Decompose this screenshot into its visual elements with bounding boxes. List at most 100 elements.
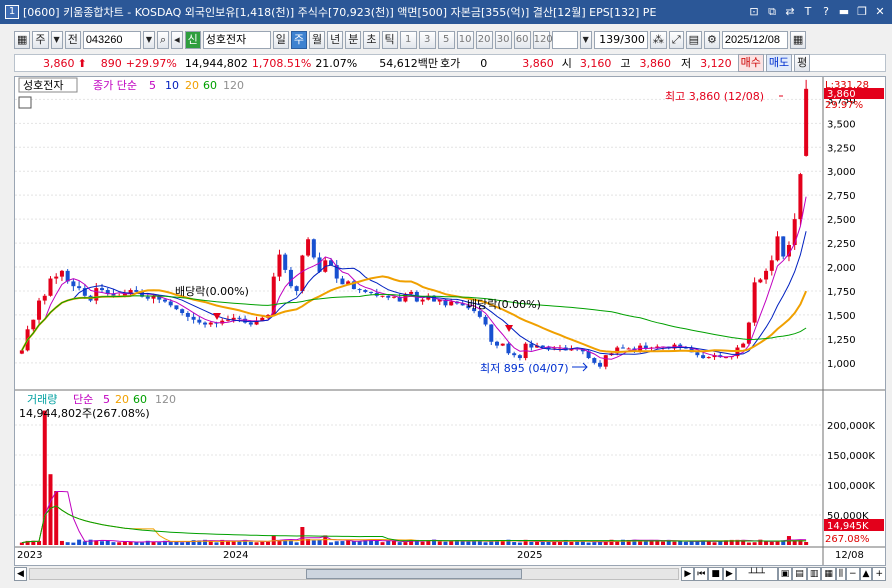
sell-button[interactable]: 매도 <box>765 54 793 72</box>
play-icon[interactable]: ▶ <box>722 567 736 581</box>
minimize-icon[interactable]: ▬ <box>836 4 852 20</box>
candle-body <box>208 322 213 325</box>
current-price-tag: 3,860 <box>827 89 856 100</box>
price-tick: 3,250 <box>827 143 856 154</box>
custom-number-field[interactable] <box>551 31 578 49</box>
stock-code-input[interactable] <box>82 31 141 49</box>
first-icon[interactable]: ⏮ <box>694 567 709 581</box>
num-10[interactable]: 10 <box>456 31 474 49</box>
count-field[interactable]: 139/300 <box>593 31 648 49</box>
num-5[interactable]: 5 <box>437 31 455 49</box>
candle-body <box>363 290 368 292</box>
grid-tools-icon[interactable]: ⁂ <box>649 31 667 49</box>
moving-averages <box>21 196 808 360</box>
period-day[interactable]: 일 <box>272 31 289 49</box>
open-label: 시 <box>561 57 572 70</box>
volume-bar <box>294 542 299 545</box>
share-icon[interactable]: ⧉ <box>764 4 780 20</box>
view2-icon[interactable]: ▤ <box>792 567 807 581</box>
close-icon[interactable]: ✕ <box>872 4 888 20</box>
volume-bar <box>111 542 116 545</box>
zoom-out-icon[interactable]: − <box>845 567 860 581</box>
dropdown-icon[interactable]: ▼ <box>50 31 63 49</box>
volume-bar <box>54 491 59 545</box>
candle-body <box>31 319 36 330</box>
interval-tick[interactable]: 틱 <box>381 31 398 49</box>
period-week[interactable]: 주 <box>290 31 308 49</box>
volume-ma-label: 단순 <box>73 393 93 406</box>
calendar-icon[interactable]: ▦ <box>789 31 807 49</box>
dividend-annotation-2: 배당락(0.00%) <box>467 298 541 311</box>
zoom-slider[interactable]: ┴┴┴ <box>735 567 778 581</box>
candle-body <box>19 350 24 354</box>
volume-bar <box>128 541 133 545</box>
table-toggle-icon[interactable] <box>18 96 32 109</box>
hoga-label: 호가 <box>440 57 461 70</box>
layout-icon[interactable]: ▦ <box>14 31 31 49</box>
num-3[interactable]: 3 <box>418 31 436 49</box>
up-arrow-icon: ⬆ <box>77 56 87 70</box>
period-year[interactable]: 년 <box>327 31 344 49</box>
drawing-tools-icon[interactable]: ⤢ <box>668 31 684 49</box>
gear-icon[interactable]: ⚙ <box>704 31 720 49</box>
volume-bar <box>328 542 333 545</box>
period-month[interactable]: 월 <box>309 31 326 49</box>
eval-button[interactable]: 평 <box>794 54 811 72</box>
scroll-right-icon[interactable]: ▶ <box>681 567 695 581</box>
zoom-in-icon[interactable]: + <box>872 567 886 581</box>
sin-badge[interactable]: 신 <box>184 31 201 49</box>
volume-tick: 100,000K <box>827 481 875 492</box>
help-icon[interactable]: ? <box>818 4 834 20</box>
date-input[interactable] <box>721 31 788 49</box>
num-60[interactable]: 60 <box>513 31 531 49</box>
volume-bar <box>592 542 597 545</box>
scroll-track[interactable] <box>28 568 680 580</box>
num-30[interactable]: 30 <box>494 31 512 49</box>
scroll-bar[interactable]: ◀ ▶ ⏮ ■ ▶ ┴┴┴ ▣ ▤ ▥ ▦ ⫼ − ▲ + <box>14 566 886 582</box>
low-label: 저 <box>681 57 692 70</box>
chart-area[interactable]: 1,000 1,250 1,500 1,750 2,000 2,250 2,500 2,750… <box>14 76 886 566</box>
count-total: /300 <box>620 33 645 46</box>
volume-bar <box>254 542 259 545</box>
volume-bar <box>248 541 253 545</box>
jeon-button[interactable]: 전 <box>64 31 81 49</box>
num-120[interactable]: 120 <box>532 31 553 49</box>
interval-minute[interactable]: 분 <box>345 31 362 49</box>
volume-bar <box>449 541 454 545</box>
x-label-right: 12/08 <box>835 550 864 561</box>
search-icon[interactable]: ⌕ <box>156 31 170 49</box>
num-20[interactable]: 20 <box>475 31 493 49</box>
main-select[interactable]: 주 <box>32 31 49 49</box>
volume-ma-line-60 <box>21 505 807 544</box>
buy-button[interactable]: 매수 <box>737 54 764 72</box>
speaker-icon[interactable]: ◂ <box>171 31 183 49</box>
candle-body <box>517 355 522 359</box>
candle-body <box>340 278 345 285</box>
settings-icon[interactable]: T <box>800 4 816 20</box>
pin-icon[interactable]: ⊡ <box>746 4 762 20</box>
stock-chart[interactable]: 1,000 1,250 1,500 1,750 2,000 2,250 2,500 2,750… <box>15 77 885 565</box>
save-icon[interactable]: ▤ <box>685 31 703 49</box>
restore-icon[interactable]: ❐ <box>854 4 870 20</box>
hoga-value: 0 <box>480 56 488 70</box>
candle-body <box>506 343 511 354</box>
view4-icon[interactable]: ▦ <box>821 567 836 581</box>
link-icon[interactable]: ⇄ <box>782 4 798 20</box>
low-annotation: 최저 895 (04/07) <box>480 362 569 375</box>
volume-tick: 200,000K <box>827 421 875 432</box>
view3-icon[interactable]: ▥ <box>806 567 822 581</box>
scroll-left-icon[interactable]: ◀ <box>14 567 27 581</box>
num-1[interactable]: 1 <box>399 31 417 49</box>
view1-icon[interactable]: ▣ <box>777 567 793 581</box>
volume-current: 14,944,802주(267.08%) <box>19 407 150 420</box>
code-dropdown-icon[interactable]: ▼ <box>142 31 155 49</box>
zoom-fit-icon[interactable]: ▲ <box>859 567 873 581</box>
candle-body <box>54 276 59 279</box>
interval-second[interactable]: 초 <box>363 31 380 49</box>
candle-body <box>781 236 786 257</box>
view5-icon[interactable]: ⫼ <box>835 567 846 581</box>
custom-dropdown-icon[interactable]: ▼ <box>579 31 592 49</box>
scroll-thumb[interactable] <box>305 569 522 579</box>
stock-name-field[interactable]: 성호전자 <box>202 31 271 49</box>
stop-icon[interactable]: ■ <box>708 567 723 581</box>
